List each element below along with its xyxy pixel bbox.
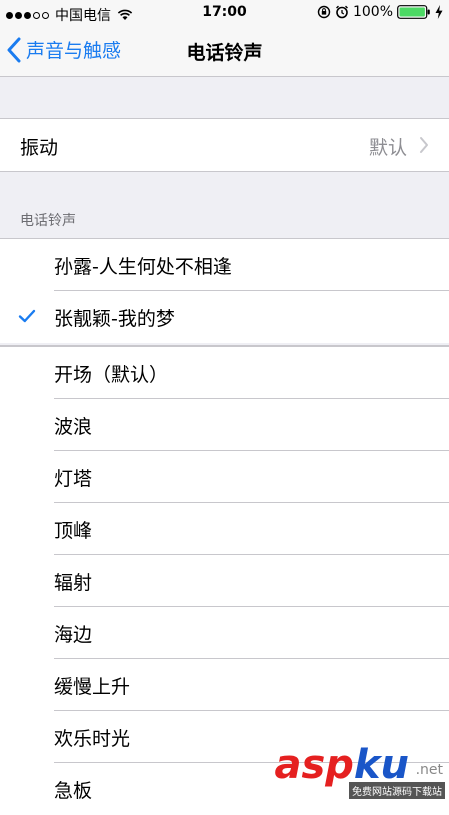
alarm-icon [336,5,348,19]
ringtone-label: 海边 [54,624,93,646]
ringtone-label: 开场（默认） [54,364,169,386]
status-right: 100% [317,4,443,20]
ringtone-label: 急板 [54,780,93,802]
ringtone-row[interactable]: 缓慢上升 [0,659,449,711]
ringtone-label: 灯塔 [54,468,93,490]
ringtone-row[interactable]: 急板 [0,763,449,815]
status-bar: 中国电信 17:00 100% [0,0,449,26]
ringtone-row-selected[interactable]: 张靓颖-我的梦 [0,291,449,343]
ringtone-label: 欢乐时光 [54,728,131,750]
checkmark-icon [18,309,36,323]
ringtone-label: 波浪 [54,416,93,438]
vibration-cell[interactable]: 振动 默认 [0,118,449,172]
vibration-label: 振动 [20,137,59,159]
ringtone-label: 缓慢上升 [54,676,131,698]
rotation-lock-icon [317,5,331,19]
ringtone-list: 开场（默认） 波浪 灯塔 顶峰 辐射 海边 缓慢上升 欢乐时光 急板 [0,345,449,815]
charging-bolt-icon [435,5,443,19]
ringtone-label: 张靓颖-我的梦 [54,308,175,330]
ringtone-row[interactable]: 海边 [0,607,449,659]
ringtone-row[interactable]: 欢乐时光 [0,711,449,763]
ringtone-row[interactable]: 辐射 [0,555,449,607]
page-title: 电话铃声 [186,42,263,64]
navigation-bar: 声音与触感 电话铃声 [0,26,449,77]
vibration-value: 默认 [368,137,407,159]
ringtone-row[interactable]: 孙露-人生何处不相逢 [0,239,449,291]
chevron-right-icon [420,137,428,153]
ringtone-row[interactable]: 开场（默认） [0,347,449,399]
battery-icon [397,5,430,19]
ringtone-label: 孙露-人生何处不相逢 [54,256,232,278]
section-header-ringtones: 电话铃声 [20,213,76,229]
battery-percentage: 100% [352,4,393,20]
ringtone-row[interactable]: 顶峰 [0,503,449,555]
custom-ringtone-list: 孙露-人生何处不相逢 张靓颖-我的梦 [0,238,449,343]
ringtone-label: 辐射 [54,572,93,594]
ringtone-row[interactable]: 灯塔 [0,451,449,503]
ringtone-label: 顶峰 [54,520,93,542]
ringtone-row[interactable]: 波浪 [0,399,449,451]
